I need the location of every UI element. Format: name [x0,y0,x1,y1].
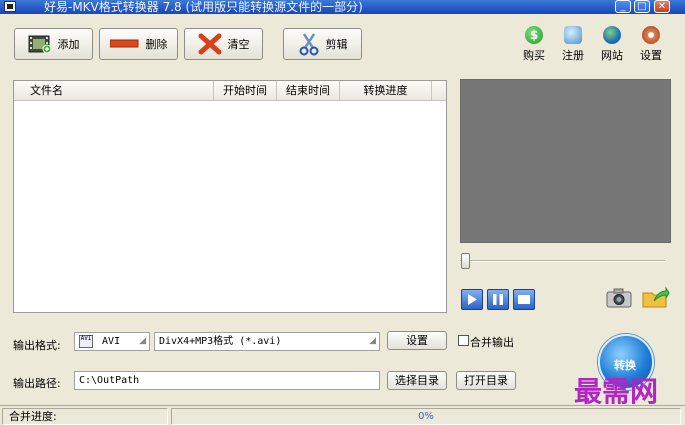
column-header-end-time[interactable]: 结束时间 [277,81,340,101]
stop-icon [518,295,530,304]
column-header-start-time[interactable]: 开始时间 [214,81,277,101]
avi-file-icon: AVI [79,334,93,348]
settings-button[interactable]: 设置 [633,26,669,66]
column-header-progress[interactable]: 转换进度 [340,81,432,101]
cut-button[interactable]: 剪辑 [283,28,362,60]
lock-icon [564,26,582,44]
gear-icon [642,26,660,44]
website-label: 网站 [601,49,623,62]
stop-button[interactable] [513,289,535,310]
folder-arrow-icon [642,286,670,308]
film-icon [28,35,51,54]
camera-icon [606,288,632,308]
window-title: 好易-MKV格式转换器 7.8 (试用版只能转换源文件的一部分) [44,0,363,14]
clear-button-label: 清空 [227,38,250,51]
merge-progress-label: 合并进度: [2,408,168,425]
format-select-value: AVI [102,336,121,347]
pause-button[interactable] [487,289,509,310]
title-bar[interactable]: 好易-MKV格式转换器 7.8 (试用版只能转换源文件的一部分) _ □ ✕ [0,0,685,14]
app-icon [4,1,16,12]
scissors-icon [299,33,318,56]
open-directory-button[interactable]: 打开目录 [456,371,516,390]
merge-progress-bar: 0% [171,408,681,425]
buy-label: 购买 [523,49,545,62]
output-format-label: 输出格式: [13,339,61,352]
minus-icon [109,39,138,48]
watermark: 最需网 [574,375,659,408]
pause-icon [493,294,503,305]
status-bar: 合并进度: 0% [0,405,685,425]
progress-percent: 0% [418,411,434,422]
x-mark-icon [198,33,221,55]
buy-button[interactable]: $ 购买 [516,26,552,66]
register-label: 注册 [562,49,584,62]
format-settings-button[interactable]: 设置 [387,331,447,350]
settings-label: 设置 [640,49,662,62]
codec-select-value: DivX4+MP3格式 (*.avi) [159,336,282,347]
dollar-icon: $ [525,26,543,44]
close-button[interactable]: ✕ [654,0,670,13]
output-path-label: 输出路径: [13,377,61,390]
codec-select[interactable]: DivX4+MP3格式 (*.avi) ◢ [154,332,380,351]
file-list-header: 文件名 开始时间 结束时间 转换进度 [14,81,446,101]
video-preview [460,79,671,243]
globe-icon [603,26,621,44]
choose-directory-button[interactable]: 选择目录 [387,371,447,390]
chevron-down-icon: ◢ [369,336,376,346]
play-button[interactable] [461,289,483,310]
add-button-label: 添加 [57,38,80,51]
file-list[interactable]: 文件名 开始时间 结束时间 转换进度 [13,80,447,313]
output-path-input[interactable]: C:\OutPath [74,371,380,390]
delete-button[interactable]: 删除 [99,28,178,60]
playback-slider-track[interactable] [460,260,665,262]
website-button[interactable]: 网站 [594,26,630,66]
cut-button-label: 剪辑 [325,38,348,51]
delete-button-label: 删除 [145,38,168,51]
snapshot-button[interactable] [606,287,632,312]
merge-output-label: 合并输出 [470,336,514,349]
chevron-down-icon: ◢ [139,336,146,346]
clear-button[interactable]: 清空 [184,28,263,60]
open-folder-button[interactable] [642,285,670,312]
play-icon [468,294,477,305]
register-button[interactable]: 注册 [555,26,591,66]
maximize-button[interactable]: □ [634,0,650,13]
merge-output-checkbox[interactable] [458,335,469,346]
add-button[interactable]: 添加 [14,28,93,60]
minimize-button[interactable]: _ [615,0,631,13]
format-select[interactable]: AVI AVI ◢ [74,332,150,351]
column-header-filename[interactable]: 文件名 [14,81,214,101]
playback-slider-thumb[interactable] [461,253,470,269]
